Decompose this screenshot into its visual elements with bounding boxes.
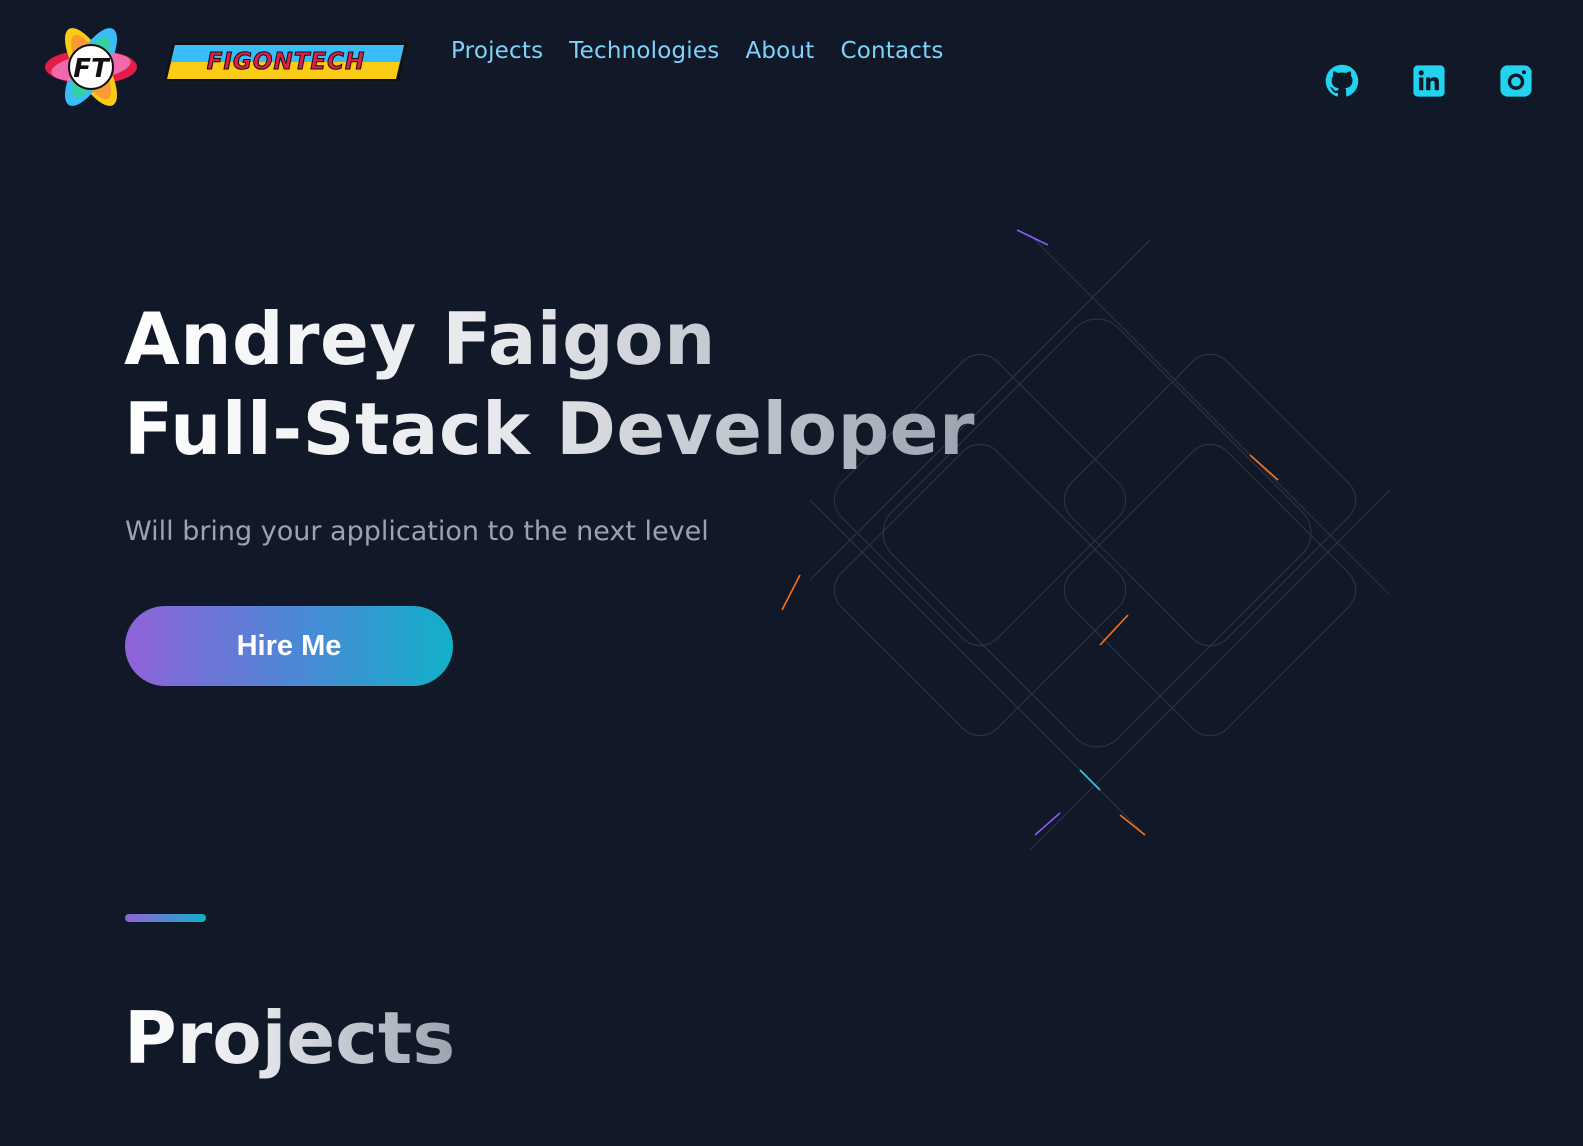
hero-subtitle: Will bring your application to the next … (125, 516, 709, 547)
social-links (1325, 64, 1533, 98)
brand-wordmark-text: FIGONTECH (206, 49, 366, 76)
page: FT FIGONTECH Projects Technologies About… (0, 0, 1583, 1146)
hero-title-role: Full-Stack Developer (124, 387, 975, 471)
brand-mark-text: FT (73, 54, 111, 84)
hire-me-button[interactable]: Hire Me (125, 606, 453, 686)
nav-link-projects[interactable]: Projects (451, 38, 543, 64)
nav-link-contacts[interactable]: Contacts (840, 38, 943, 64)
github-icon[interactable] (1325, 64, 1359, 98)
linkedin-icon[interactable] (1412, 64, 1446, 98)
brand-logo-mark[interactable]: FT (42, 26, 140, 108)
instagram-icon[interactable] (1499, 64, 1533, 98)
projects-section-title: Projects (124, 993, 455, 1083)
section-divider (125, 914, 206, 922)
hero-title: Andrey Faigon Full-Stack Developer (124, 294, 975, 474)
nav-link-technologies[interactable]: Technologies (569, 38, 719, 64)
nav-link-about[interactable]: About (745, 38, 814, 64)
hero-title-name: Andrey Faigon (124, 297, 716, 381)
site-header: FT FIGONTECH Projects Technologies About… (0, 0, 1583, 130)
brand-wordmark[interactable]: FIGONTECH (163, 42, 409, 82)
main-nav: Projects Technologies About Contacts (451, 38, 944, 64)
